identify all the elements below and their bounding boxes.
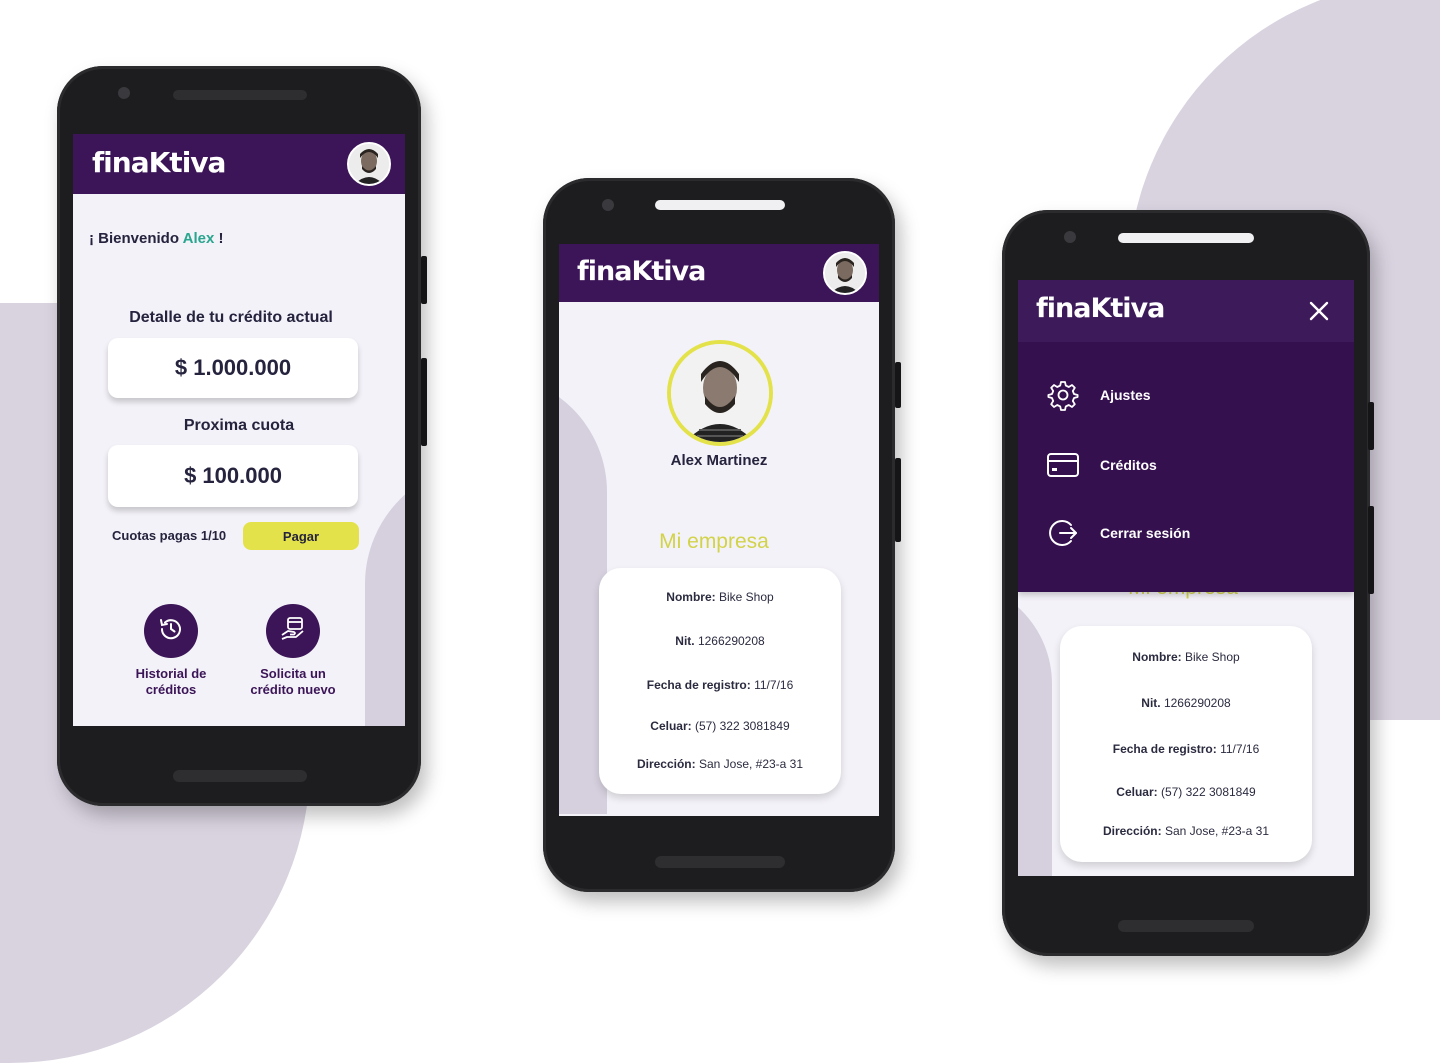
speaker-grille	[1118, 233, 1254, 243]
logout-icon	[1046, 516, 1080, 550]
company-info-card: Nombre: Bike Shop Nit. 1266290208 Fecha …	[599, 568, 841, 794]
new-credit-button[interactable]	[266, 604, 320, 658]
company-info-card: Nombre: Bike Shop Nit. 1266290208 Fecha …	[1060, 626, 1312, 862]
welcome-suffix: !	[214, 230, 224, 247]
installments-paid: Cuotas pagas 1/10	[112, 528, 227, 543]
screen-decor-shape	[1018, 580, 1052, 876]
front-camera	[1064, 231, 1076, 243]
speaker-grille	[173, 90, 307, 100]
welcome-text: ¡ Bienvenido Alex !	[89, 230, 223, 247]
credit-amount-card: $ 1.000.000	[108, 338, 358, 398]
menu-item-settings[interactable]: Ajustes	[1046, 378, 1151, 412]
profile-screen: finaKtiva Alex Martinez Mi empresa Nombr…	[559, 244, 879, 816]
volume-button	[1368, 506, 1374, 594]
gear-icon	[1046, 378, 1080, 412]
screen-decor-shape	[365, 464, 405, 726]
home-bar	[655, 856, 785, 868]
company-name-row: Nombre: Bike Shop	[666, 590, 774, 604]
menu-item-settings-label: Ajustes	[1100, 387, 1151, 403]
credit-history-button[interactable]	[144, 604, 198, 658]
company-address-row: Dirección: San Jose, #23-a 31	[636, 757, 804, 771]
credit-history-label: Historial de créditos	[135, 666, 207, 697]
user-avatar[interactable]	[823, 251, 867, 295]
menu-screen: Mi empresa Nombre: Bike Shop Nit. 126629…	[1018, 280, 1354, 876]
next-installment-card: $ 100.000	[108, 445, 358, 507]
phone-profile: finaKtiva Alex Martinez Mi empresa Nombr…	[543, 178, 901, 892]
welcome-prefix: ¡ Bienvenido	[89, 230, 183, 247]
app-header: finaKtiva	[559, 244, 879, 302]
pay-button[interactable]: Pagar	[243, 522, 359, 550]
menu-item-logout-label: Cerrar sesión	[1100, 525, 1191, 541]
phone-dashboard: finaKtiva ¡ Bienvenido Alex ! Detalle de…	[57, 66, 427, 806]
company-registration-row: Fecha de registro: 11/7/16	[1112, 742, 1260, 756]
profile-name: Alex Martinez	[670, 452, 768, 469]
next-installment-label: Proxima cuota	[183, 417, 295, 434]
company-registration-row: Fecha de registro: 11/7/16	[646, 678, 794, 692]
company-nit-row: Nit. 1266290208	[1141, 696, 1231, 710]
credit-card-icon	[1046, 448, 1080, 482]
menu-item-credits-label: Créditos	[1100, 457, 1157, 473]
company-nit-row: Nit. 1266290208	[675, 634, 765, 648]
power-button	[1368, 402, 1374, 450]
credit-detail-label: Detalle de tu crédito actual	[129, 309, 333, 326]
drawer-header: finaKtiva	[1018, 280, 1354, 342]
company-phone-row: Celuar: (57) 322 3081849	[650, 719, 790, 733]
home-bar	[173, 770, 307, 782]
history-icon	[157, 615, 185, 648]
company-phone-row: Celuar: (57) 322 3081849	[1116, 785, 1256, 799]
card-hand-icon	[278, 614, 308, 649]
volume-button	[421, 358, 427, 446]
user-avatar[interactable]	[347, 142, 391, 186]
menu-item-logout[interactable]: Cerrar sesión	[1046, 516, 1190, 550]
welcome-username: Alex	[182, 230, 215, 247]
new-credit-label: Solicita un crédito nuevo	[250, 666, 336, 697]
brand-logo: finaKtiva	[577, 256, 706, 287]
front-camera	[118, 87, 130, 99]
volume-button	[895, 458, 901, 542]
power-button	[421, 256, 427, 304]
profile-photo[interactable]	[667, 340, 773, 446]
brand-logo: finaKtiva	[92, 146, 226, 179]
company-address-row: Dirección: San Jose, #23-a 31	[1102, 824, 1270, 838]
my-company-title: Mi empresa	[659, 530, 769, 553]
navigation-drawer: finaKtiva Ajustes Créditos Cerrar sesión	[1018, 280, 1354, 592]
company-name-row: Nombre: Bike Shop	[1132, 650, 1240, 664]
app-header: finaKtiva	[73, 134, 405, 194]
close-icon[interactable]	[1306, 298, 1332, 324]
power-button	[895, 362, 901, 408]
brand-logo: finaKtiva	[1036, 293, 1165, 324]
menu-item-credits[interactable]: Créditos	[1046, 448, 1157, 482]
phone-menu: Mi empresa Nombre: Bike Shop Nit. 126629…	[1002, 210, 1374, 956]
dashboard-screen: finaKtiva ¡ Bienvenido Alex ! Detalle de…	[73, 134, 405, 726]
home-bar	[1118, 920, 1254, 932]
front-camera	[602, 199, 614, 211]
speaker-grille	[655, 200, 785, 210]
